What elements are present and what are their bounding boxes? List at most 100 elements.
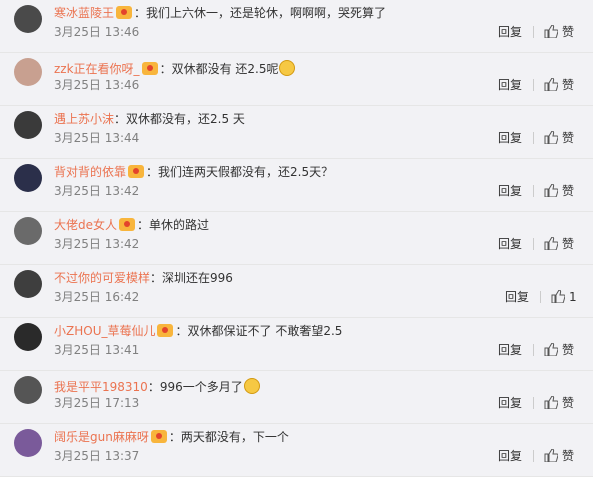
- vip-badge-icon: [157, 324, 174, 337]
- avatar[interactable]: [14, 270, 42, 298]
- thumbs-up-icon: [544, 343, 558, 356]
- colon: ：: [134, 6, 147, 20]
- username-link[interactable]: zzk正在看你呀_: [54, 62, 140, 76]
- avatar[interactable]: [14, 58, 42, 86]
- emoji-icon: [279, 60, 296, 76]
- comment-line: 阔乐是gun麻麻呀 ：两天都没有，下一个: [54, 428, 583, 446]
- reply-button[interactable]: 回复: [498, 236, 522, 252]
- comment-time: 16:42: [104, 290, 140, 304]
- divider: [533, 450, 534, 462]
- thumbs-up-icon: [544, 25, 558, 38]
- reply-button[interactable]: 回复: [498, 342, 522, 358]
- comment-meta: 3月25日 13:46: [54, 24, 139, 40]
- vip-badge-icon: [116, 6, 133, 19]
- username-link[interactable]: 不过你的可爱模样: [54, 271, 150, 285]
- comment-time: 13:44: [104, 131, 140, 145]
- username-link[interactable]: 寒冰蓝陵王: [54, 6, 114, 20]
- like-button[interactable]: 赞: [544, 447, 574, 463]
- divider: [533, 185, 534, 197]
- like-button[interactable]: 赞: [544, 129, 574, 145]
- comment-item: 寒冰蓝陵王 ：我们上六休一，还是轮休，啊啊啊，哭死算了 3月25日 13:46 回…: [0, 0, 593, 53]
- comment-item: 阔乐是gun麻麻呀 ：两天都没有，下一个 3月25日 13:37 回复 赞: [0, 424, 593, 477]
- comment-line: 寒冰蓝陵王 ：我们上六休一，还是轮休，啊啊啊，哭死算了: [54, 4, 583, 22]
- comment-meta: 3月25日 13:46: [54, 77, 139, 93]
- like-button[interactable]: 赞: [544, 341, 574, 357]
- colon: ：: [168, 430, 181, 444]
- reply-button[interactable]: 回复: [498, 130, 522, 146]
- thumbs-up-icon: [544, 237, 558, 250]
- like-button[interactable]: 赞: [544, 23, 574, 39]
- reply-button[interactable]: 回复: [498, 77, 522, 93]
- like-button[interactable]: 赞: [544, 182, 574, 198]
- comment-line: 背对背的依靠 ：我们连两天假都没有，还2.5天？: [54, 163, 583, 181]
- comment-date: 3月25日: [54, 343, 101, 357]
- username-link[interactable]: 背对背的依靠: [54, 165, 126, 179]
- divider: [533, 132, 534, 144]
- comment-date: 3月25日: [54, 237, 101, 251]
- thumbs-up-icon: [551, 290, 565, 303]
- reply-button[interactable]: 回复: [505, 289, 529, 305]
- comment-item: 小ZHOU_草莓仙儿 ：双休都保证不了 不敢奢望2.5 3月25日 13:41 回…: [0, 318, 593, 371]
- comment-text: 996一个多月了: [159, 380, 243, 394]
- comment-item: 大佬de女人 ：单休的路过 3月25日 13:42 回复 赞: [0, 212, 593, 265]
- avatar[interactable]: [14, 429, 42, 457]
- thumbs-up-icon: [544, 131, 558, 144]
- username-link[interactable]: 大佬de女人: [54, 218, 117, 232]
- username-link[interactable]: 小ZHOU_草莓仙儿: [54, 324, 155, 338]
- divider: [533, 26, 534, 38]
- comment-meta: 3月25日 16:42: [54, 289, 139, 305]
- comment-meta: 3月25日 13:42: [54, 183, 139, 199]
- comment-time: 13:37: [104, 449, 140, 463]
- thumbs-up-icon: [544, 396, 558, 409]
- like-label: 赞: [562, 396, 575, 410]
- colon: ：: [175, 324, 188, 338]
- colon: ：: [147, 380, 160, 394]
- avatar[interactable]: [14, 323, 42, 351]
- username-link[interactable]: 遇上苏小沫: [54, 112, 114, 126]
- like-button[interactable]: 赞: [544, 76, 574, 92]
- username-link[interactable]: 阔乐是gun麻麻呀: [54, 430, 149, 444]
- comment-time: 13:46: [104, 25, 140, 39]
- comment-line: 遇上苏小沫：双休都没有，还2.5 天: [54, 110, 583, 128]
- reply-button[interactable]: 回复: [498, 395, 522, 411]
- comment-meta: 3月25日 17:13: [54, 395, 139, 411]
- like-label: 赞: [562, 343, 575, 357]
- like-count: 1: [569, 290, 577, 304]
- comment-list: 寒冰蓝陵王 ：我们上六休一，还是轮休，啊啊啊，哭死算了 3月25日 13:46 回…: [0, 0, 593, 477]
- avatar[interactable]: [14, 217, 42, 245]
- avatar[interactable]: [14, 5, 42, 33]
- comment-text: 我们连两天假都没有，还2.5天？: [158, 165, 334, 179]
- divider: [540, 291, 541, 303]
- avatar[interactable]: [14, 164, 42, 192]
- avatar[interactable]: [14, 111, 42, 139]
- like-button[interactable]: 赞: [544, 394, 574, 410]
- comment-meta: 3月25日 13:42: [54, 236, 139, 252]
- comment-line: zzk正在看你呀_ ：双休都没有 还2.5呢: [54, 57, 583, 76]
- thumbs-up-icon: [544, 184, 558, 197]
- reply-button[interactable]: 回复: [498, 448, 522, 464]
- username-link[interactable]: 我是平平198310: [54, 380, 148, 394]
- thumbs-up-icon: [544, 78, 558, 91]
- colon: ：: [159, 62, 172, 76]
- divider: [533, 344, 534, 356]
- comment-date: 3月25日: [54, 78, 101, 92]
- divider: [533, 397, 534, 409]
- like-label: 赞: [562, 184, 575, 198]
- comment-time: 13:41: [104, 343, 140, 357]
- comment-item: 背对背的依靠 ：我们连两天假都没有，还2.5天？ 3月25日 13:42 回复 赞: [0, 159, 593, 212]
- like-button[interactable]: 1: [551, 288, 577, 304]
- comment-line: 大佬de女人 ：单休的路过: [54, 216, 583, 234]
- avatar[interactable]: [14, 376, 42, 404]
- reply-button[interactable]: 回复: [498, 183, 522, 199]
- comment-item: 遇上苏小沫：双休都没有，还2.5 天 3月25日 13:44 回复 赞: [0, 106, 593, 159]
- like-button[interactable]: 赞: [544, 235, 574, 251]
- comment-text: 单休的路过: [149, 218, 210, 232]
- colon: ：: [146, 165, 159, 179]
- thumbs-up-icon: [544, 449, 558, 462]
- comment-date: 3月25日: [54, 290, 101, 304]
- reply-button[interactable]: 回复: [498, 24, 522, 40]
- comment-time: 13:46: [104, 78, 140, 92]
- comment-meta: 3月25日 13:41: [54, 342, 139, 358]
- vip-badge-icon: [141, 62, 158, 75]
- colon: ：: [114, 112, 127, 126]
